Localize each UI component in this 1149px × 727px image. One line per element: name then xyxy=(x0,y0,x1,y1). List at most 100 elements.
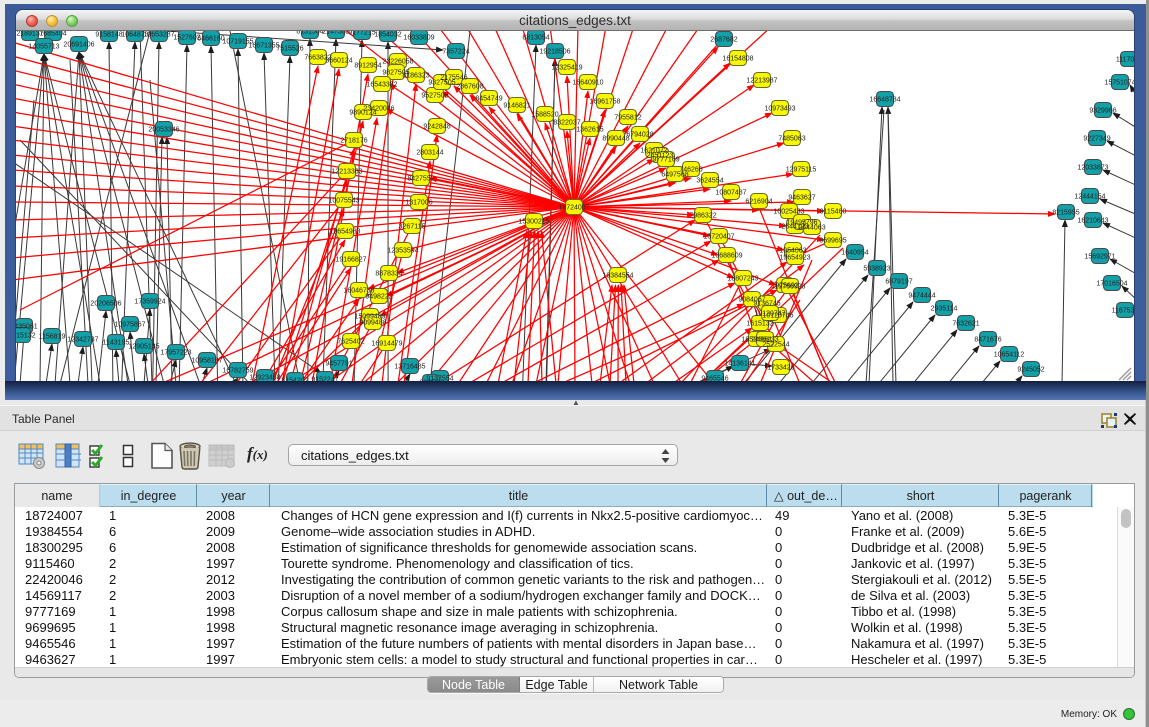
svg-text:8154202: 8154202 xyxy=(281,378,308,382)
svg-text:1143195: 1143195 xyxy=(103,340,130,347)
svg-text:746266: 746266 xyxy=(679,167,702,174)
svg-text:1854032: 1854032 xyxy=(374,32,401,39)
svg-text:19654923: 19654923 xyxy=(779,255,810,262)
svg-text:12342737: 12342737 xyxy=(67,337,98,344)
svg-text:3624554: 3624554 xyxy=(696,178,723,185)
svg-text:20053346: 20053346 xyxy=(148,127,179,134)
svg-text:16543382: 16543382 xyxy=(366,82,397,89)
svg-text:10075543: 10075543 xyxy=(328,198,359,205)
svg-text:16961758: 16961758 xyxy=(589,99,620,106)
svg-text:23226058: 23226058 xyxy=(382,59,413,66)
svg-text:6879197: 6879197 xyxy=(885,279,912,286)
svg-text:12905135: 12905135 xyxy=(128,344,159,351)
svg-text:9146821: 9146821 xyxy=(503,103,530,110)
svg-text:10958107: 10958107 xyxy=(191,358,222,365)
svg-text:2718176: 2718176 xyxy=(340,138,367,145)
svg-text:9498222: 9498222 xyxy=(365,294,392,301)
svg-text:9245052: 9245052 xyxy=(1017,367,1044,374)
svg-text:1167534: 1167534 xyxy=(1112,308,1134,315)
svg-text:16210643: 16210643 xyxy=(1077,218,1108,225)
svg-text:18724007: 18724007 xyxy=(558,205,589,212)
svg-text:12975115: 12975115 xyxy=(786,167,817,174)
svg-text:6216904: 6216904 xyxy=(745,199,772,206)
svg-text:8186323: 8186323 xyxy=(402,73,429,80)
svg-text:5938923: 5938923 xyxy=(863,266,890,273)
svg-text:1733426: 1733426 xyxy=(767,365,794,372)
svg-text:2803144: 2803144 xyxy=(416,150,443,157)
svg-text:10807487: 10807487 xyxy=(715,190,746,197)
svg-text:19218506: 19218506 xyxy=(539,49,570,56)
svg-text:8471676: 8471676 xyxy=(974,337,1001,344)
svg-text:15692971: 15692971 xyxy=(1084,254,1115,261)
svg-text:12213363: 12213363 xyxy=(331,169,362,176)
svg-text:9457791: 9457791 xyxy=(325,361,352,368)
svg-text:8915132: 8915132 xyxy=(16,333,36,340)
svg-text:7515526: 7515526 xyxy=(276,46,303,53)
svg-text:9242848: 9242848 xyxy=(423,124,450,131)
svg-text:8131504: 8131504 xyxy=(296,31,323,36)
svg-text:9444063: 9444063 xyxy=(798,225,825,232)
svg-text:10025433: 10025433 xyxy=(773,209,804,216)
svg-text:10120747: 10120747 xyxy=(754,311,785,318)
svg-text:9158148: 9158148 xyxy=(95,32,122,39)
svg-text:7632621: 7632621 xyxy=(952,321,979,328)
svg-text:17957223: 17957223 xyxy=(160,350,191,357)
svg-text:2147382: 2147382 xyxy=(322,31,349,36)
svg-text:1362615: 1362615 xyxy=(576,127,603,134)
svg-text:10653287: 10653287 xyxy=(143,32,174,39)
svg-text:9329966: 9329966 xyxy=(1089,108,1116,115)
svg-text:19654983: 19654983 xyxy=(329,229,360,236)
svg-text:9152241: 9152241 xyxy=(311,377,338,382)
svg-text:17359924: 17359924 xyxy=(134,299,165,306)
svg-text:16914479: 16914479 xyxy=(371,341,402,348)
svg-text:10654112: 10654112 xyxy=(994,352,1025,359)
svg-text:1615132: 1615132 xyxy=(746,321,773,328)
svg-text:19384554: 19384554 xyxy=(602,273,633,280)
svg-text:8878334: 8878334 xyxy=(375,271,402,278)
svg-text:9435061: 9435061 xyxy=(16,324,38,331)
svg-text:19166827: 19166827 xyxy=(335,257,366,264)
svg-text:16154808: 16154808 xyxy=(722,56,753,63)
svg-text:2175546: 2175546 xyxy=(440,75,467,82)
svg-text:19756928: 19756928 xyxy=(774,284,805,291)
svg-text:7625402: 7625402 xyxy=(337,339,364,346)
svg-text:9099488: 9099488 xyxy=(359,320,386,327)
svg-text:7485063: 7485063 xyxy=(778,136,805,143)
svg-text:12033873: 12033873 xyxy=(1077,165,1108,172)
svg-text:1156819: 1156819 xyxy=(39,334,66,341)
svg-text:1685404: 1685404 xyxy=(39,31,66,38)
svg-text:10688609: 10688609 xyxy=(711,253,742,260)
svg-text:14055713: 14055713 xyxy=(28,44,59,51)
svg-text:20691406: 20691406 xyxy=(63,42,94,49)
svg-text:1588520: 1588520 xyxy=(531,112,558,119)
svg-text:6466160: 6466160 xyxy=(197,36,224,43)
svg-text:9777169: 9777169 xyxy=(652,157,679,164)
svg-text:1640954: 1640954 xyxy=(841,250,868,257)
svg-text:16640910: 16640910 xyxy=(572,80,603,87)
svg-text:9463627: 9463627 xyxy=(788,195,815,202)
svg-text:9136745: 9136745 xyxy=(753,301,780,308)
svg-text:8322037: 8322037 xyxy=(553,120,580,127)
svg-text:9527505: 9527505 xyxy=(421,93,448,100)
svg-text:12444154: 12444154 xyxy=(1074,194,1105,201)
svg-text:12353594: 12353594 xyxy=(387,248,418,255)
svg-text:16671355: 16671355 xyxy=(248,43,279,50)
svg-text:15720407: 15720407 xyxy=(703,234,734,241)
svg-text:16648784: 16648784 xyxy=(869,97,900,104)
svg-text:1954063: 1954063 xyxy=(779,248,806,255)
svg-text:8813054: 8813054 xyxy=(522,35,549,42)
svg-text:13716485: 13716485 xyxy=(394,364,425,371)
svg-text:12213987: 12213987 xyxy=(746,78,777,85)
svg-text:3660124: 3660124 xyxy=(325,58,352,65)
svg-text:2935114: 2935114 xyxy=(931,306,958,313)
svg-text:8215955: 8215955 xyxy=(1052,210,1079,217)
svg-text:7357224: 7357224 xyxy=(442,49,469,56)
svg-text:824502: 824502 xyxy=(419,380,442,382)
svg-text:1117042: 1117042 xyxy=(1116,57,1134,64)
svg-text:9699695: 9699695 xyxy=(819,238,846,245)
svg-text:20206506: 20206506 xyxy=(90,301,121,308)
svg-text:15300215: 15300215 xyxy=(518,219,549,226)
svg-text:14136141: 14136141 xyxy=(724,361,755,368)
svg-text:8454749: 8454749 xyxy=(475,96,502,103)
svg-text:12923468: 12923468 xyxy=(249,375,280,382)
